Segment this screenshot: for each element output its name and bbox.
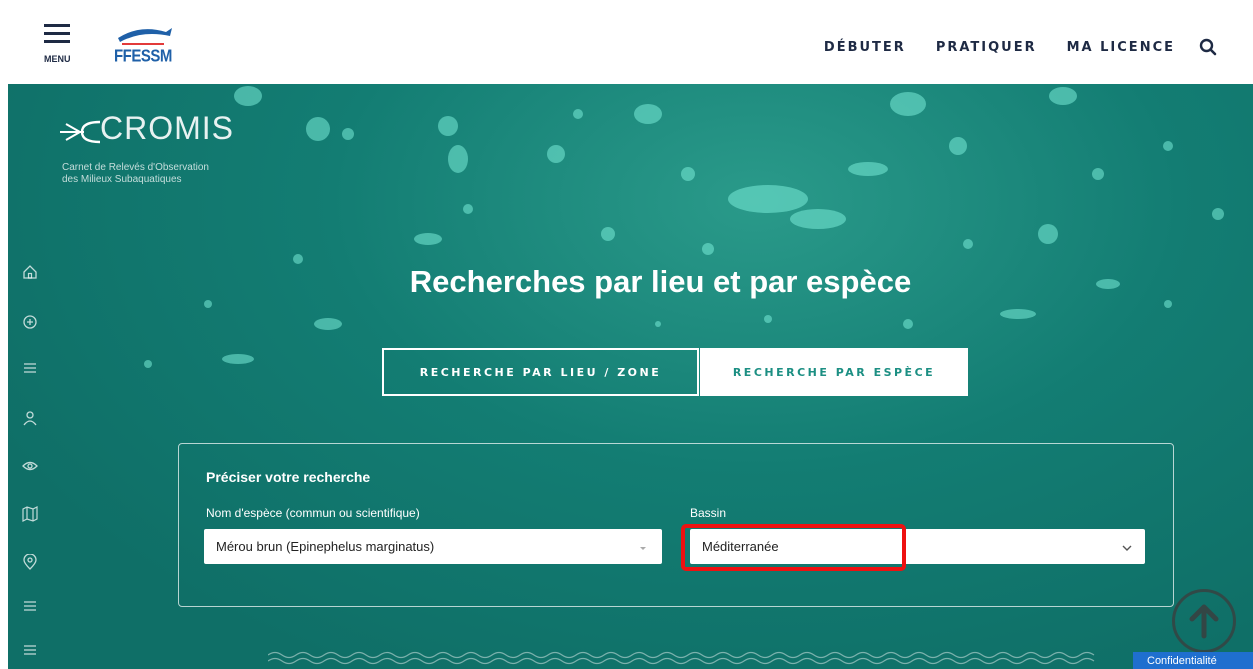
species-label: Nom d'espèce (commun ou scientifique): [206, 506, 420, 520]
hamburger-icon: [44, 24, 70, 27]
search-panel-title: Préciser votre recherche: [206, 469, 371, 485]
arrow-up-icon: [1189, 604, 1219, 639]
site-header: MENU FFESSM DÉBUTER PRATIQUER MA LICENCE: [0, 0, 1253, 84]
chevron-down-icon: [1121, 541, 1132, 551]
hamburger-bar: [44, 40, 70, 43]
search-icon[interactable]: [1199, 38, 1217, 56]
list-icon[interactable]: [22, 642, 42, 662]
species-select-value: Mérou brun (Epinephelus marginatus): [216, 539, 435, 554]
cromis-title: CROMIS: [100, 110, 234, 146]
hamburger-bar: [44, 32, 70, 35]
page-title: Recherches par lieu et par espèce: [409, 264, 912, 299]
confidentiality-label: Confidentialité: [1147, 654, 1217, 667]
menu-label: MENU: [44, 54, 71, 64]
menu-button[interactable]: MENU: [44, 24, 74, 66]
bassin-select[interactable]: Méditerranée: [690, 529, 1145, 564]
list-icon[interactable]: [22, 360, 42, 380]
plus-circle-icon[interactable]: [22, 314, 42, 334]
fish-logo-icon: [60, 120, 101, 144]
search-panel: Préciser votre recherche Nom d'espèce (c…: [178, 443, 1174, 607]
eye-icon[interactable]: [22, 458, 42, 478]
ffessm-logo[interactable]: FFESSM: [112, 22, 172, 74]
bassin-select-value: Méditerranée: [702, 539, 779, 554]
logo-text: FFESSM: [114, 46, 172, 67]
tab-recherche-lieu[interactable]: RECHERCHE PAR LIEU / ZONE: [382, 348, 699, 396]
bassin-label: Bassin: [690, 506, 727, 520]
cromis-logo[interactable]: CROMIS Carnet de Relevés d'Observation d…: [60, 110, 270, 185]
scroll-to-top-button[interactable]: [1172, 589, 1236, 653]
nav-debuter[interactable]: DÉBUTER: [824, 40, 906, 55]
list-icon[interactable]: [22, 598, 42, 618]
nav-ma-licence[interactable]: MA LICENCE: [1067, 40, 1175, 55]
hero-section: CROMIS Carnet de Relevés d'Observation d…: [8, 84, 1253, 669]
confidentiality-button[interactable]: Confidentialité: [1133, 652, 1253, 669]
location-pin-icon[interactable]: [22, 553, 42, 574]
dolphin-logo-icon: [118, 28, 172, 45]
nav-pratiquer[interactable]: PRATIQUER: [936, 40, 1037, 55]
wave-divider: [268, 651, 1095, 665]
user-icon[interactable]: [22, 410, 42, 430]
map-icon[interactable]: [22, 506, 42, 526]
cromis-subtitle-line2: des Milieux Subaquatiques: [62, 174, 182, 185]
tab-recherche-espece[interactable]: RECHERCHE PAR ESPÈCE: [700, 348, 968, 396]
chevron-down-icon: [638, 541, 648, 551]
cromis-subtitle-line1: Carnet de Relevés d'Observation: [62, 162, 209, 173]
species-select[interactable]: Mérou brun (Epinephelus marginatus): [204, 529, 662, 564]
main-nav: DÉBUTER PRATIQUER MA LICENCE: [824, 38, 1217, 56]
